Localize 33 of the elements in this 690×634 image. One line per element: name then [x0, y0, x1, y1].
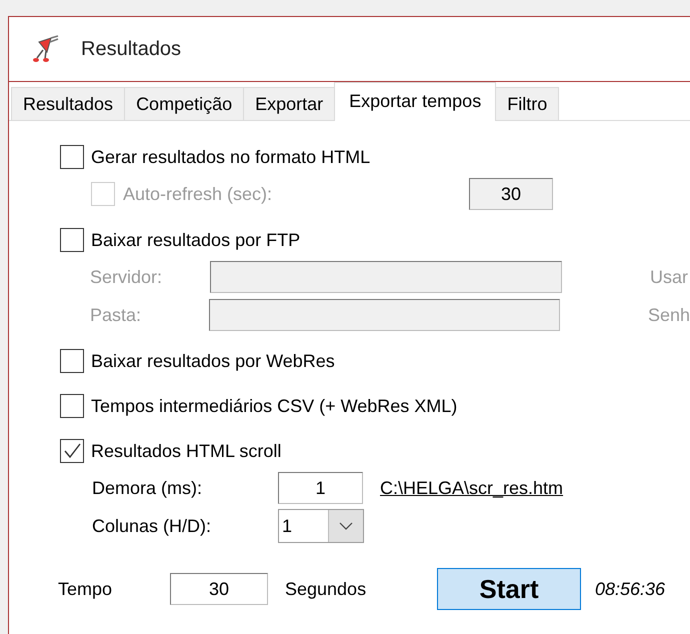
field-label: Usar	[650, 266, 688, 288]
field-label: Servidor:	[90, 266, 164, 288]
file-link[interactable]: C:\HELGA\scr_res.htm	[380, 478, 564, 498]
field-label: Demora (ms):	[92, 478, 204, 498]
start-button[interactable]: Start	[437, 568, 581, 610]
checkbox[interactable]	[60, 145, 84, 169]
input-field[interactable]: 30	[170, 573, 268, 605]
field-label: Tempo	[58, 578, 114, 600]
tab[interactable]: Exportar tempos	[334, 82, 496, 121]
chevron-down-icon	[339, 522, 353, 530]
checkbox[interactable]	[60, 349, 84, 373]
checkbox-label: Baixar resultados por WebRes	[91, 350, 335, 372]
tab[interactable]: Exportar	[243, 87, 336, 120]
field-label: Pasta:	[90, 304, 142, 326]
runner-icon	[31, 34, 61, 64]
input-field[interactable]: 1	[278, 472, 363, 504]
field-label: Senh	[648, 304, 690, 326]
checkbox-label: Auto-refresh (sec):	[123, 184, 274, 204]
tab[interactable]: Competição	[124, 87, 244, 120]
checkbox-label: Gerar resultados no formato HTML	[91, 146, 370, 168]
columns-dropdown[interactable]: 1	[278, 509, 364, 543]
unit-label: Segundos	[285, 578, 368, 600]
field-label: Colunas (H/D):	[92, 516, 212, 536]
checkbox[interactable]	[60, 439, 84, 463]
checkbox-label: Baixar resultados por FTP	[91, 230, 300, 250]
checkbox-label: Tempos intermediários CSV (+ WebRes XML)	[91, 396, 458, 416]
tab[interactable]: Filtro	[495, 87, 560, 120]
window-title: Resultados	[81, 38, 182, 60]
checkbox-label: Resultados HTML scroll	[91, 440, 282, 462]
tab[interactable]: Resultados	[11, 87, 126, 120]
checkbox[interactable]	[60, 394, 84, 418]
checkbox[interactable]	[60, 228, 84, 252]
clock-time: 08:56:36	[595, 578, 666, 600]
